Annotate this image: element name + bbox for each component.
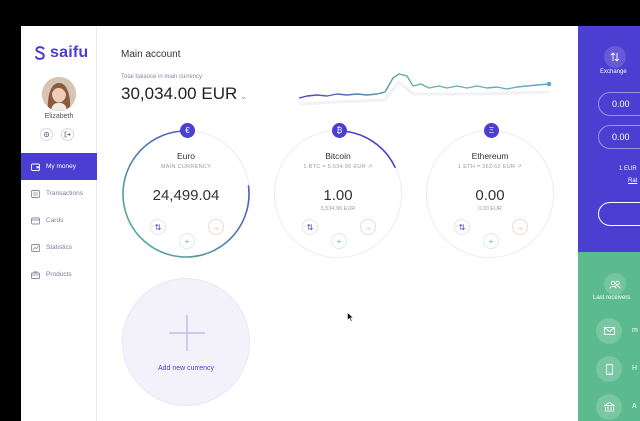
currency-value: 24,499.04 [152,187,220,204]
nav-item-my-money[interactable]: My money [21,153,97,180]
send-button[interactable]: → [360,219,376,235]
logo-text: saifu [50,44,89,61]
nav-label: My money [46,163,76,170]
nav-label: Statistics [46,244,73,251]
exchange-amount-input[interactable]: 0.00 [598,92,640,116]
bitcoin-icon: ₿ [332,123,347,138]
currency-name: Bitcoin [325,151,351,161]
logo[interactable]: saifu [34,44,88,62]
exchange-submit-button[interactable] [598,202,640,226]
exchange-label: Exchange [600,69,627,75]
nav-label: Cards [46,217,64,224]
nav-label: Transactions [46,190,83,197]
nav-menu: My money Transactions Cards Statistics P… [21,153,97,288]
statistics-icon [31,243,40,252]
products-icon [31,270,40,279]
currency-card-bitcoin[interactable]: ₿ Bitcoin 1 BTC = 5,534.96 EUR ↗ 1.00 5,… [274,123,402,258]
card-icon [31,217,40,224]
swap-icon: ⇅ [306,222,314,232]
balance-selector[interactable]: 30,034.00 EUR ⌄ [121,84,247,104]
arrow-right-icon: → [212,222,220,232]
last-receivers-panel: Last receivers m H A [578,252,640,421]
exchange-rate-text: 1 EUR [619,166,637,172]
balance-value: 30,034.00 EUR [121,84,238,103]
add-funds-button[interactable]: + [331,233,347,249]
swap-icon [610,52,620,62]
wallet-icon [31,163,40,171]
plus-icon: + [336,236,342,246]
chevron-down-icon: ⌄ [240,92,247,101]
currency-subtitle: MAIN CURRENCY [160,164,212,170]
receiver-name: A [632,403,637,410]
exchange-button[interactable]: ⇅ [302,219,318,235]
settings-button[interactable] [40,128,53,141]
sidebar: saifu Elizabeth My money Transactions Ca… [21,26,97,421]
rates-link[interactable]: Rat [628,178,637,184]
currency-rate: 1 ETH = 262.62 EUR ↗ [458,164,522,170]
arrow-right-icon: → [516,222,524,232]
bank-icon [603,402,615,412]
avatar[interactable] [42,77,76,111]
page-title: Main account [121,49,181,60]
swap-icon: ⇅ [154,222,162,232]
gear-icon [43,131,50,138]
balance-label: Total balance in main currency [121,74,203,80]
mail-icon [603,327,615,335]
send-button[interactable]: → [512,219,528,235]
send-button[interactable]: → [208,219,224,235]
receiver-item[interactable] [596,356,622,382]
last-receivers-button[interactable] [604,273,626,295]
users-icon [609,280,621,289]
transactions-icon [31,189,40,198]
nav-item-cards[interactable]: Cards [21,207,97,234]
add-funds-button[interactable]: + [483,233,499,249]
exchange-button[interactable]: ⇅ [150,219,166,235]
currency-value-eur: 0.00 EUR [478,206,502,212]
add-currency-button[interactable]: Add new currency [122,278,250,406]
receiver-name: m [632,327,638,334]
exchange-result-input[interactable]: 0.00 [598,125,640,149]
nav-item-transactions[interactable]: Transactions [21,180,97,207]
mouse-cursor-icon [347,312,354,322]
nav-item-statistics[interactable]: Statistics [21,234,97,261]
currency-value-eur: 5,534.96 EUR [320,206,356,212]
currency-value: 1.00 [323,187,353,204]
arrow-right-icon: → [364,222,372,232]
add-currency-label: Add new currency [157,365,215,372]
receiver-item[interactable] [596,394,622,420]
euro-icon: € [180,123,195,138]
currency-card-ethereum[interactable]: Ξ Ethereum 1 ETH = 262.62 EUR ↗ 0.00 0.0… [426,123,554,258]
currency-name: Euro [177,151,195,161]
plus-icon: + [184,236,190,246]
balance-sparkline [298,73,552,106]
exchange-button[interactable]: ⇅ [454,219,470,235]
swap-icon: ⇅ [458,222,466,232]
nav-label: Products [46,271,72,278]
currency-card-euro[interactable]: € Euro MAIN CURRENCY 24,499.04 ⇅ → + [122,123,250,258]
phone-icon [605,363,613,375]
ethereum-icon: Ξ [484,123,499,138]
currency-value: 0.00 [475,187,505,204]
receiver-item[interactable] [596,318,622,344]
logout-icon [64,131,71,138]
app-window: saifu Elizabeth My money Transactions Ca… [21,26,640,421]
add-funds-button[interactable]: + [179,233,195,249]
last-receivers-label: Last receivers [593,295,631,301]
saifu-logo-icon [35,46,45,60]
user-name: Elizabeth [44,113,74,120]
plus-icon [169,315,205,351]
exchange-panel-button[interactable] [604,46,626,68]
currency-name: Ethereum [471,151,509,161]
exchange-panel: Exchange 0.00 0.00 1 EUR Rat [578,26,640,252]
plus-icon: + [488,236,494,246]
nav-item-products[interactable]: Products [21,261,97,288]
currency-rate: 1 BTC = 5,534.96 EUR ↗ [303,164,373,170]
logout-button[interactable] [61,128,74,141]
receiver-name: H [632,365,638,372]
